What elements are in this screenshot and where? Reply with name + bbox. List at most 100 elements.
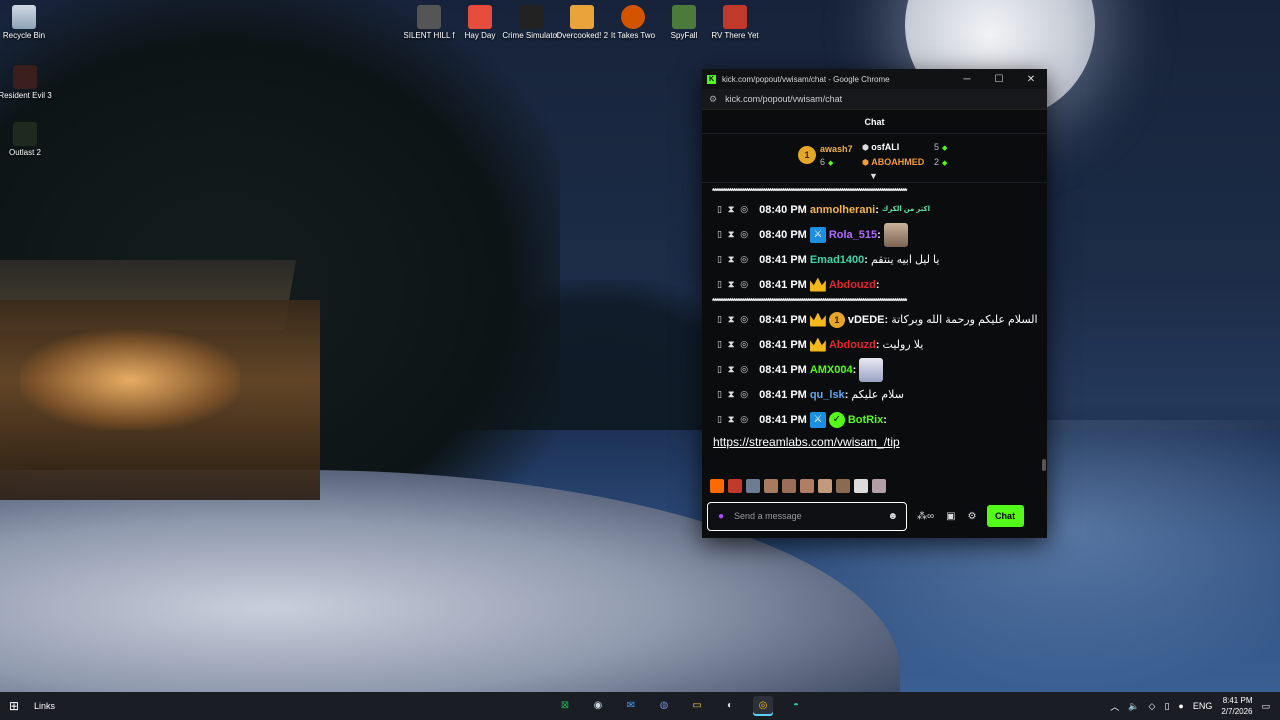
message-badges-icons: ▯⧗◎ bbox=[717, 339, 755, 349]
windows-start-icon[interactable]: ⊞ bbox=[0, 699, 28, 713]
message-username[interactable]: Abdouzd bbox=[829, 279, 876, 291]
gift-leaderboard: 1 awash7 6 ◆ ⬢ osfALI 5 ◆ ⬢ ABOAHMED 2 ◆ ▼ bbox=[702, 134, 1047, 183]
chat-message[interactable]: ▯⧗◎ 08:41 PM 1 vDEDE: السلام عليكم ورحمة… bbox=[702, 307, 1047, 332]
message-username[interactable]: AMX004 bbox=[810, 364, 853, 376]
crown-badge-icon bbox=[809, 277, 826, 292]
obs-icon[interactable]: ◐ bbox=[720, 696, 740, 716]
message-time: 08:41 PM bbox=[759, 278, 807, 291]
chat-message[interactable]: ▯⧗◎ 08:41 PM qu_lsk: سلام عليكم bbox=[702, 382, 1047, 407]
window-titlebar[interactable]: K kick.com/popout/vwisam/chat - Google C… bbox=[702, 69, 1047, 89]
message-time: 08:40 PM bbox=[759, 203, 807, 216]
message-emote: اكثر من الكرك bbox=[881, 205, 930, 213]
show-hidden-icons-icon[interactable]: ︿ bbox=[1110, 700, 1119, 713]
chat-header: Chat bbox=[702, 110, 1047, 134]
message-emote bbox=[859, 357, 884, 382]
chat-message[interactable]: ▯⧗◎ 08:41 PM ⚔ ✓ BotRix: bbox=[702, 407, 1047, 432]
message-text: سلام عليكم bbox=[851, 389, 904, 401]
store-icon[interactable]: ▣ bbox=[946, 511, 955, 522]
overcooked-icon bbox=[570, 5, 594, 29]
crown-badge-icon bbox=[809, 312, 826, 327]
kick-gift-icon[interactable]: ⁂∞ bbox=[917, 511, 934, 522]
message-username[interactable]: Emad1400 bbox=[810, 254, 864, 266]
message-emote bbox=[883, 222, 908, 247]
emote-icon[interactable] bbox=[746, 479, 760, 493]
message-badges-icons: ▯⧗◎ bbox=[717, 389, 755, 399]
chat-message-list[interactable]: ****************************************… bbox=[702, 187, 1047, 471]
tip-link[interactable]: https://streamlabs.com/vwisam_/tip bbox=[702, 432, 1047, 452]
network-icon[interactable]: ◇ bbox=[1149, 701, 1156, 712]
hay-day-icon bbox=[468, 5, 492, 29]
emote-icon[interactable] bbox=[818, 479, 832, 493]
message-badges-icons: ▯⧗◎ bbox=[717, 414, 755, 424]
taskbar-links-toolbar[interactable]: Links bbox=[34, 701, 55, 711]
desktop-icon-resident-evil-3[interactable]: Resident Evil 3 bbox=[0, 65, 55, 101]
chat-message-input[interactable]: ● Send a message ☻ bbox=[707, 501, 907, 531]
message-username[interactable]: qu_lsk bbox=[810, 389, 845, 401]
chrome-icon[interactable]: ◎ bbox=[753, 696, 773, 716]
message-text: السلام عليكم ورحمة الله وبركاتة bbox=[891, 314, 1038, 326]
chat-message[interactable]: ▯⧗◎ 08:41 PM Abdouzd: يلا روليت bbox=[702, 332, 1047, 357]
message-badges-icons: ▯⧗◎ bbox=[717, 314, 755, 324]
message-username[interactable]: Abdouzd bbox=[829, 339, 876, 351]
chrome-popout-window: K kick.com/popout/vwisam/chat - Google C… bbox=[702, 69, 1047, 538]
notifications-icon[interactable]: ▭ bbox=[1261, 701, 1270, 712]
mail-icon[interactable]: ✉ bbox=[621, 696, 641, 716]
chat-message[interactable]: ▯⧗◎ 08:40 PM anmolherani: اكثر من الكرك bbox=[702, 197, 1047, 222]
subscriber-badge-icon: 1 bbox=[828, 311, 845, 328]
chat-message[interactable]: ▯⧗◎ 08:41 PM Abdouzd: bbox=[702, 272, 1047, 297]
leader-first-user[interactable]: awash7 bbox=[820, 144, 853, 154]
emote-icon[interactable] bbox=[764, 479, 778, 493]
emote-icon[interactable] bbox=[854, 479, 868, 493]
send-chat-button[interactable]: Chat bbox=[986, 505, 1024, 527]
chat-tools: ⁂∞ ▣ ⚙ bbox=[917, 511, 977, 522]
emote-icon[interactable] bbox=[800, 479, 814, 493]
emoji-picker-icon[interactable]: ☻ bbox=[887, 511, 898, 522]
taskbar-pinned-apps: ⊠ ◉ ✉ ◍ ▭ ◐ ◎ ◓ bbox=[555, 692, 806, 720]
window-title: kick.com/popout/vwisam/chat - Google Chr… bbox=[722, 74, 890, 84]
leader-third-user[interactable]: ⬢ ABOAHMED bbox=[862, 157, 924, 167]
message-username[interactable]: BotRix bbox=[848, 414, 883, 426]
clock-time: 8:41 PM bbox=[1222, 696, 1253, 705]
close-button[interactable]: ✕ bbox=[1015, 74, 1047, 85]
fire-emote-icon[interactable] bbox=[710, 479, 724, 493]
emote-icon[interactable] bbox=[836, 479, 850, 493]
xbox-icon[interactable]: ⊠ bbox=[555, 696, 575, 716]
chat-message[interactable]: ▯⧗◎ 08:40 PM ⚔ Rola_515: bbox=[702, 222, 1047, 247]
file-explorer-icon[interactable]: ▭ bbox=[687, 696, 707, 716]
desktop-icon-rv-there-yet[interactable]: RV There Yet bbox=[705, 5, 765, 41]
minimize-button[interactable]: ─ bbox=[951, 74, 983, 85]
steam-icon[interactable]: ◉ bbox=[588, 696, 608, 716]
address-bar[interactable]: ⚙ kick.com/popout/vwisam/chat bbox=[702, 89, 1047, 110]
moderator-sword-icon: ⚔ bbox=[809, 226, 826, 243]
chat-message[interactable]: ▯⧗◎ 08:41 PM Emad1400: يا ليل ابيه ينتقم bbox=[702, 247, 1047, 272]
discord-icon[interactable]: ◍ bbox=[654, 696, 674, 716]
message-username[interactable]: vDEDE bbox=[848, 314, 885, 326]
language-indicator[interactable]: ENG bbox=[1193, 701, 1213, 711]
kick-logo-icon: K bbox=[707, 74, 716, 84]
site-settings-icon[interactable]: ⚙ bbox=[709, 94, 717, 105]
collapse-leaderboard-icon[interactable]: ▼ bbox=[869, 171, 878, 181]
emote-icon[interactable] bbox=[728, 479, 742, 493]
address-url[interactable]: kick.com/popout/vwisam/chat bbox=[725, 94, 842, 104]
crime-simulator-icon bbox=[519, 5, 543, 29]
rv-there-yet-icon bbox=[723, 5, 747, 29]
microphone-tray-icon[interactable]: ● bbox=[1178, 701, 1183, 711]
chat-message[interactable]: ▯⧗◎ 08:41 PM AMX004: bbox=[702, 357, 1047, 382]
battery-icon[interactable]: ▯ bbox=[1164, 701, 1169, 712]
emote-icon[interactable] bbox=[872, 479, 886, 493]
desktop-icon-outlast-2[interactable]: Outlast 2 bbox=[0, 122, 55, 158]
message-username[interactable]: Rola_515 bbox=[829, 229, 877, 241]
message-username[interactable]: anmolherani bbox=[810, 204, 875, 216]
taskbar-clock[interactable]: 8:41 PM 2/7/2026 bbox=[1221, 695, 1252, 717]
desktop-icon-recycle-bin[interactable]: Recycle Bin bbox=[0, 5, 54, 41]
message-time: 08:41 PM bbox=[759, 313, 807, 326]
leader-second-user[interactable]: ⬢ osfALI bbox=[862, 142, 899, 152]
volume-icon[interactable]: 🔈 bbox=[1128, 701, 1139, 712]
microphone-icon[interactable]: ● bbox=[718, 511, 724, 522]
settings-gear-icon[interactable]: ⚙ bbox=[968, 511, 977, 522]
emote-icon[interactable] bbox=[782, 479, 796, 493]
edge-icon[interactable]: ◓ bbox=[786, 696, 806, 716]
maximize-button[interactable]: ☐ bbox=[983, 74, 1015, 85]
leader-second-count: 5 ◆ bbox=[934, 142, 948, 152]
chat-scrollbar[interactable] bbox=[1042, 459, 1046, 471]
